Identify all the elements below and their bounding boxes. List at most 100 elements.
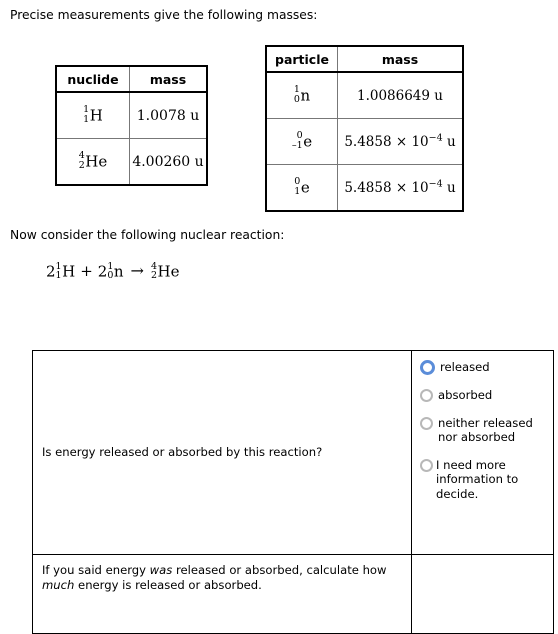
times-symbol: × (395, 133, 408, 150)
reaction-arrow: → (130, 261, 144, 281)
calc-emphasis-much: much (42, 578, 75, 592)
isotope-notation: 11H (83, 105, 103, 126)
atomic-number: 2 (150, 270, 157, 282)
option-absorbed[interactable]: absorbed (420, 388, 553, 403)
calculation-row: If you said energy was released or absor… (32, 554, 554, 634)
table-row: 01e 5.4858 × 10−4 u (266, 164, 463, 212)
exponent: −4 (428, 132, 443, 143)
particle-cell: 0 –1 e (266, 118, 338, 165)
column-header-nuclide: nuclide (56, 65, 130, 93)
particle-mass-table: particle mass 10n 1.0086649 u 0 –1 e 5.485… (265, 45, 464, 212)
option-released[interactable]: released (420, 360, 553, 375)
calc-text-2a: how (362, 563, 387, 577)
isotope-notation: 0 –1 e (292, 131, 313, 152)
calculation-instruction-cell: If you said energy was released or absor… (32, 554, 412, 634)
radio-button-neither[interactable] (420, 416, 433, 430)
mass-value: 5.4858 × 10−4 u (344, 132, 456, 150)
coefficient: 2 (97, 262, 108, 281)
answer-options-cell: released absorbed neither released nor a… (411, 350, 554, 555)
table-row: 0 –1 e 5.4858 × 10−4 u (266, 118, 463, 165)
element-symbol: H (89, 106, 103, 124)
calc-line-1: If you said energy was released or absor… (42, 563, 359, 577)
equation-term-1: 211H (46, 261, 76, 282)
mantissa: 5.4858 (344, 179, 392, 196)
radio-button-released[interactable] (420, 360, 435, 375)
isotope-numbers: 0 –1 (292, 131, 303, 151)
calculation-answer-cell[interactable] (411, 554, 554, 634)
unit: u (446, 133, 456, 150)
mass-cell: 5.4858 × 10−4 u (337, 164, 463, 212)
isotope-notation: 10n (294, 85, 311, 106)
question-cell: Is energy released or absorbed by this r… (32, 350, 412, 555)
unit: u (434, 87, 443, 104)
isotope-numbers: 01 (294, 177, 300, 197)
isotope-numbers: 10 (107, 261, 114, 282)
radio-button-need-more-info[interactable] (420, 458, 433, 472)
nuclide-cell: 11H (56, 91, 130, 139)
option-label-absorbed: absorbed (438, 388, 493, 402)
table-row: 11H 1.0078 u (56, 91, 207, 139)
mass-cell: 4.00260 u (129, 138, 207, 186)
atomic-number: 0 (293, 94, 300, 105)
isotope-numbers: 42 (79, 151, 85, 171)
answer-table: Is energy released or absorbed by this r… (32, 350, 554, 634)
isotope-numbers: 42 (150, 261, 157, 282)
base: 10 (411, 133, 429, 150)
element-symbol: e (300, 178, 310, 196)
equation-term-2: 210n (97, 261, 124, 282)
column-header-mass: mass (129, 65, 207, 93)
isotope-numbers: 11 (55, 261, 62, 282)
mantissa: 5.4858 (344, 133, 392, 150)
mass-cell: 1.0086649 u (337, 71, 463, 119)
element-symbol: H (62, 262, 76, 281)
mass-value: 5.4858 × 10−4 u (344, 179, 456, 196)
intro-text: Precise measurements give the following … (10, 8, 318, 22)
mantissa: 1.0086649 (356, 87, 430, 104)
base: 10 (411, 179, 429, 196)
option-label-released: released (440, 360, 490, 374)
atomic-number: 0 (107, 270, 114, 282)
calc-text-1a: If you said energy (42, 563, 150, 577)
plus-operator: + (80, 262, 93, 281)
element-symbol: He (85, 152, 108, 170)
element-symbol: n (300, 86, 311, 104)
particle-cell: 01e (266, 164, 338, 212)
times-symbol: × (395, 179, 408, 196)
element-symbol: He (157, 262, 180, 281)
table-row: 10n 1.0086649 u (266, 71, 463, 119)
atomic-number: 1 (55, 270, 62, 282)
mass-cell: 1.0078 u (129, 91, 207, 139)
calc-emphasis-was: was (149, 563, 173, 577)
coefficient: 2 (46, 262, 56, 281)
reaction-prompt: Now consider the following nuclear react… (10, 228, 285, 242)
element-symbol: n (113, 262, 124, 281)
option-label-need-more-info: I need more information to decide. (436, 457, 519, 501)
calc-text-2b: energy is released or absorbed. (74, 578, 262, 592)
element-symbol: e (303, 132, 313, 150)
nuclide-cell: 4 2 He (56, 138, 130, 186)
atomic-number: 1 (294, 186, 301, 197)
mass-cell: 5.4858 × 10−4 u (337, 118, 463, 165)
atomic-number: 1 (83, 114, 90, 125)
calc-text-1b: released or absorbed, calculate (172, 563, 359, 577)
option-label-neither: neither released nor absorbed (438, 415, 533, 445)
atomic-number: –1 (291, 140, 303, 151)
question-row: Is energy released or absorbed by this r… (32, 350, 554, 555)
column-header-mass: mass (337, 45, 463, 73)
option-need-more-info[interactable]: I need more information to decide. (420, 458, 553, 502)
nuclear-equation: 2 1 1 H +2 1 0 n → 4 2 He (46, 261, 180, 282)
nuclide-mass-table: nuclide mass 11H 1.0078 u 4 2 He 4.00260 u (55, 65, 208, 186)
isotope-numbers: 11 (83, 105, 89, 125)
mass-value: 1.0086649 u (357, 88, 443, 104)
column-header-particle: particle (266, 45, 338, 73)
particle-cell: 10n (266, 71, 338, 119)
option-neither[interactable]: neither released nor absorbed (420, 416, 553, 445)
table-row: 4 2 He 4.00260 u (56, 138, 207, 186)
atomic-number: 2 (78, 160, 85, 171)
table-header-row: particle mass (266, 45, 463, 73)
unit: u (446, 179, 456, 196)
isotope-numbers: 10 (294, 85, 300, 105)
isotope-notation: 01e (294, 177, 310, 198)
radio-button-absorbed[interactable] (420, 389, 433, 402)
table-header-row: nuclide mass (56, 65, 207, 93)
